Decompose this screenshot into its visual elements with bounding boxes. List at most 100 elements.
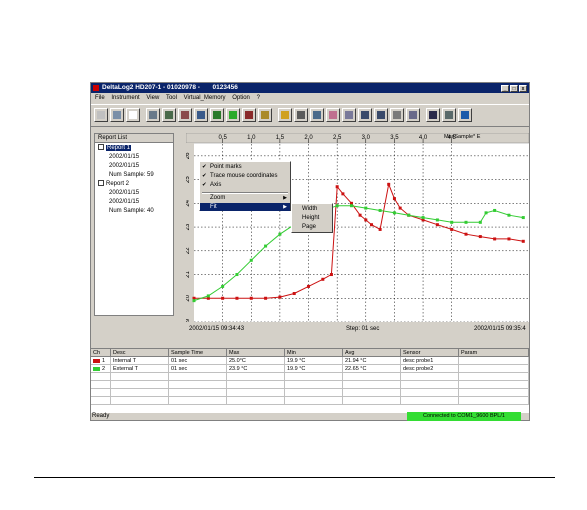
window-title: DeltaLog2 HD207-1 - 01020978 - 0123456 xyxy=(102,84,238,91)
column-header-avg[interactable]: Avg xyxy=(343,349,401,357)
stop-button[interactable] xyxy=(242,108,256,122)
table-cell: 19.9 °C xyxy=(285,365,343,373)
stop-icon xyxy=(245,111,253,119)
data-point xyxy=(370,223,374,227)
table-cell: Internal T xyxy=(111,357,169,365)
table-cell xyxy=(459,357,529,365)
table-cell xyxy=(111,389,169,397)
zoom-in-button[interactable] xyxy=(358,108,372,122)
filter-button[interactable] xyxy=(310,108,324,122)
minimize-button[interactable]: _ xyxy=(501,85,509,92)
close-button[interactable]: x xyxy=(519,85,527,92)
y-tick-label: 24 xyxy=(186,199,191,206)
series-line-2 xyxy=(193,205,524,302)
table-cell xyxy=(343,381,401,389)
x-tick-label: 1.0 xyxy=(247,135,256,141)
probe-button[interactable] xyxy=(442,108,456,122)
exit-button[interactable] xyxy=(458,108,472,122)
connect-icon xyxy=(197,111,205,119)
data-point xyxy=(493,237,497,241)
chart-button[interactable] xyxy=(294,108,308,122)
data-point xyxy=(292,292,296,296)
zoom-out-button[interactable] xyxy=(374,108,388,122)
data-point xyxy=(435,223,439,227)
status-bar: Ready Connected to COM1_9600 BPL/1 xyxy=(91,412,529,421)
column-header-desc[interactable]: Desc xyxy=(111,349,169,357)
calc-button[interactable] xyxy=(406,108,420,122)
connect-button[interactable] xyxy=(194,108,208,122)
download-button[interactable] xyxy=(178,108,192,122)
table-cell xyxy=(285,373,343,381)
print-preview-button[interactable] xyxy=(146,108,160,122)
table-cell xyxy=(91,381,111,389)
export-button[interactable] xyxy=(258,108,272,122)
table-cell xyxy=(227,373,285,381)
table-cell xyxy=(343,389,401,397)
data-point xyxy=(507,213,511,217)
report-2-label[interactable]: Report 2 xyxy=(106,181,129,187)
report-1-label[interactable]: Report 1 xyxy=(106,145,132,151)
column-header-min[interactable]: Min xyxy=(285,349,343,357)
y-tick-label: 25 xyxy=(186,176,191,183)
column-header-sample-time[interactable]: Sample Time xyxy=(169,349,227,357)
menu-item-fit-width[interactable]: Width xyxy=(292,205,332,214)
menu-view[interactable]: View xyxy=(146,95,159,101)
data-point xyxy=(478,220,482,224)
table-cell: desc probe1 xyxy=(401,357,459,365)
data-point xyxy=(450,227,454,231)
tree-node-icon xyxy=(98,180,104,187)
column-header-param[interactable]: Param xyxy=(459,349,529,357)
save-icon xyxy=(113,111,121,119)
menu-file[interactable]: File xyxy=(95,95,105,101)
record-button[interactable] xyxy=(210,108,224,122)
x-tick-label: 4.0 xyxy=(419,135,428,141)
instrument-button[interactable] xyxy=(162,108,176,122)
marker-button[interactable] xyxy=(390,108,404,122)
table-cell xyxy=(401,381,459,389)
report-button[interactable] xyxy=(94,108,108,122)
grid-button[interactable] xyxy=(342,108,356,122)
menu-item-point-marks[interactable]: ✔ Point marks xyxy=(200,163,290,172)
line-chart-button[interactable] xyxy=(326,108,340,122)
play-button[interactable] xyxy=(226,108,240,122)
data-point xyxy=(421,216,425,220)
menu-option[interactable]: Option xyxy=(232,95,250,101)
column-header-max[interactable]: Max xyxy=(227,349,285,357)
menu-virtual-memory[interactable]: Virtual_Memory xyxy=(184,95,226,101)
column-header-sensor[interactable]: Sensor xyxy=(401,349,459,357)
report-2-start-date: 2002/01/15 xyxy=(109,190,140,196)
page-rule xyxy=(34,477,555,478)
table-cell xyxy=(459,397,529,405)
table-cell xyxy=(111,381,169,389)
data-point xyxy=(364,218,368,222)
menu-item-fit-height[interactable]: Height xyxy=(292,214,332,223)
table-cell xyxy=(459,373,529,381)
check-icon: ✔ xyxy=(202,182,207,188)
save-button[interactable] xyxy=(110,108,124,122)
check-icon: ✔ xyxy=(202,173,207,179)
table-cell xyxy=(111,373,169,381)
printer-button[interactable] xyxy=(426,108,440,122)
menu-tool[interactable]: Tool xyxy=(166,95,177,101)
report-2-node[interactable]: Report 2 xyxy=(98,180,129,188)
table-button[interactable] xyxy=(278,108,292,122)
menu-instrument[interactable]: Instrument xyxy=(111,95,139,101)
menu-item-axis[interactable]: ✔ Axis xyxy=(200,181,290,190)
play-icon xyxy=(229,111,237,119)
tree-node-icon xyxy=(98,144,104,151)
menu-item-fit[interactable]: Fit ▶ xyxy=(200,203,290,211)
menu-help[interactable]: ? xyxy=(257,95,260,101)
new-button[interactable] xyxy=(126,108,140,122)
menu-item-fit-page[interactable]: Page xyxy=(292,223,332,232)
chart-panel[interactable]: 0.51.01.52.02.53.03.54.04.51920212223242… xyxy=(186,133,529,322)
menu-item-trace-mouse[interactable]: ✔ Trace mouse coordinates xyxy=(200,172,290,181)
data-point xyxy=(349,204,353,208)
instrument-icon xyxy=(165,111,173,119)
data-point xyxy=(478,235,482,239)
menu-item-zoom[interactable]: Zoom ▶ xyxy=(200,194,290,203)
x-tick-label: 2.0 xyxy=(304,135,313,141)
column-header-ch[interactable]: Ch xyxy=(91,349,111,357)
table-cell xyxy=(169,397,227,405)
report-1-node[interactable]: Report 1 xyxy=(98,144,132,152)
maximize-button[interactable]: □ xyxy=(510,85,518,92)
